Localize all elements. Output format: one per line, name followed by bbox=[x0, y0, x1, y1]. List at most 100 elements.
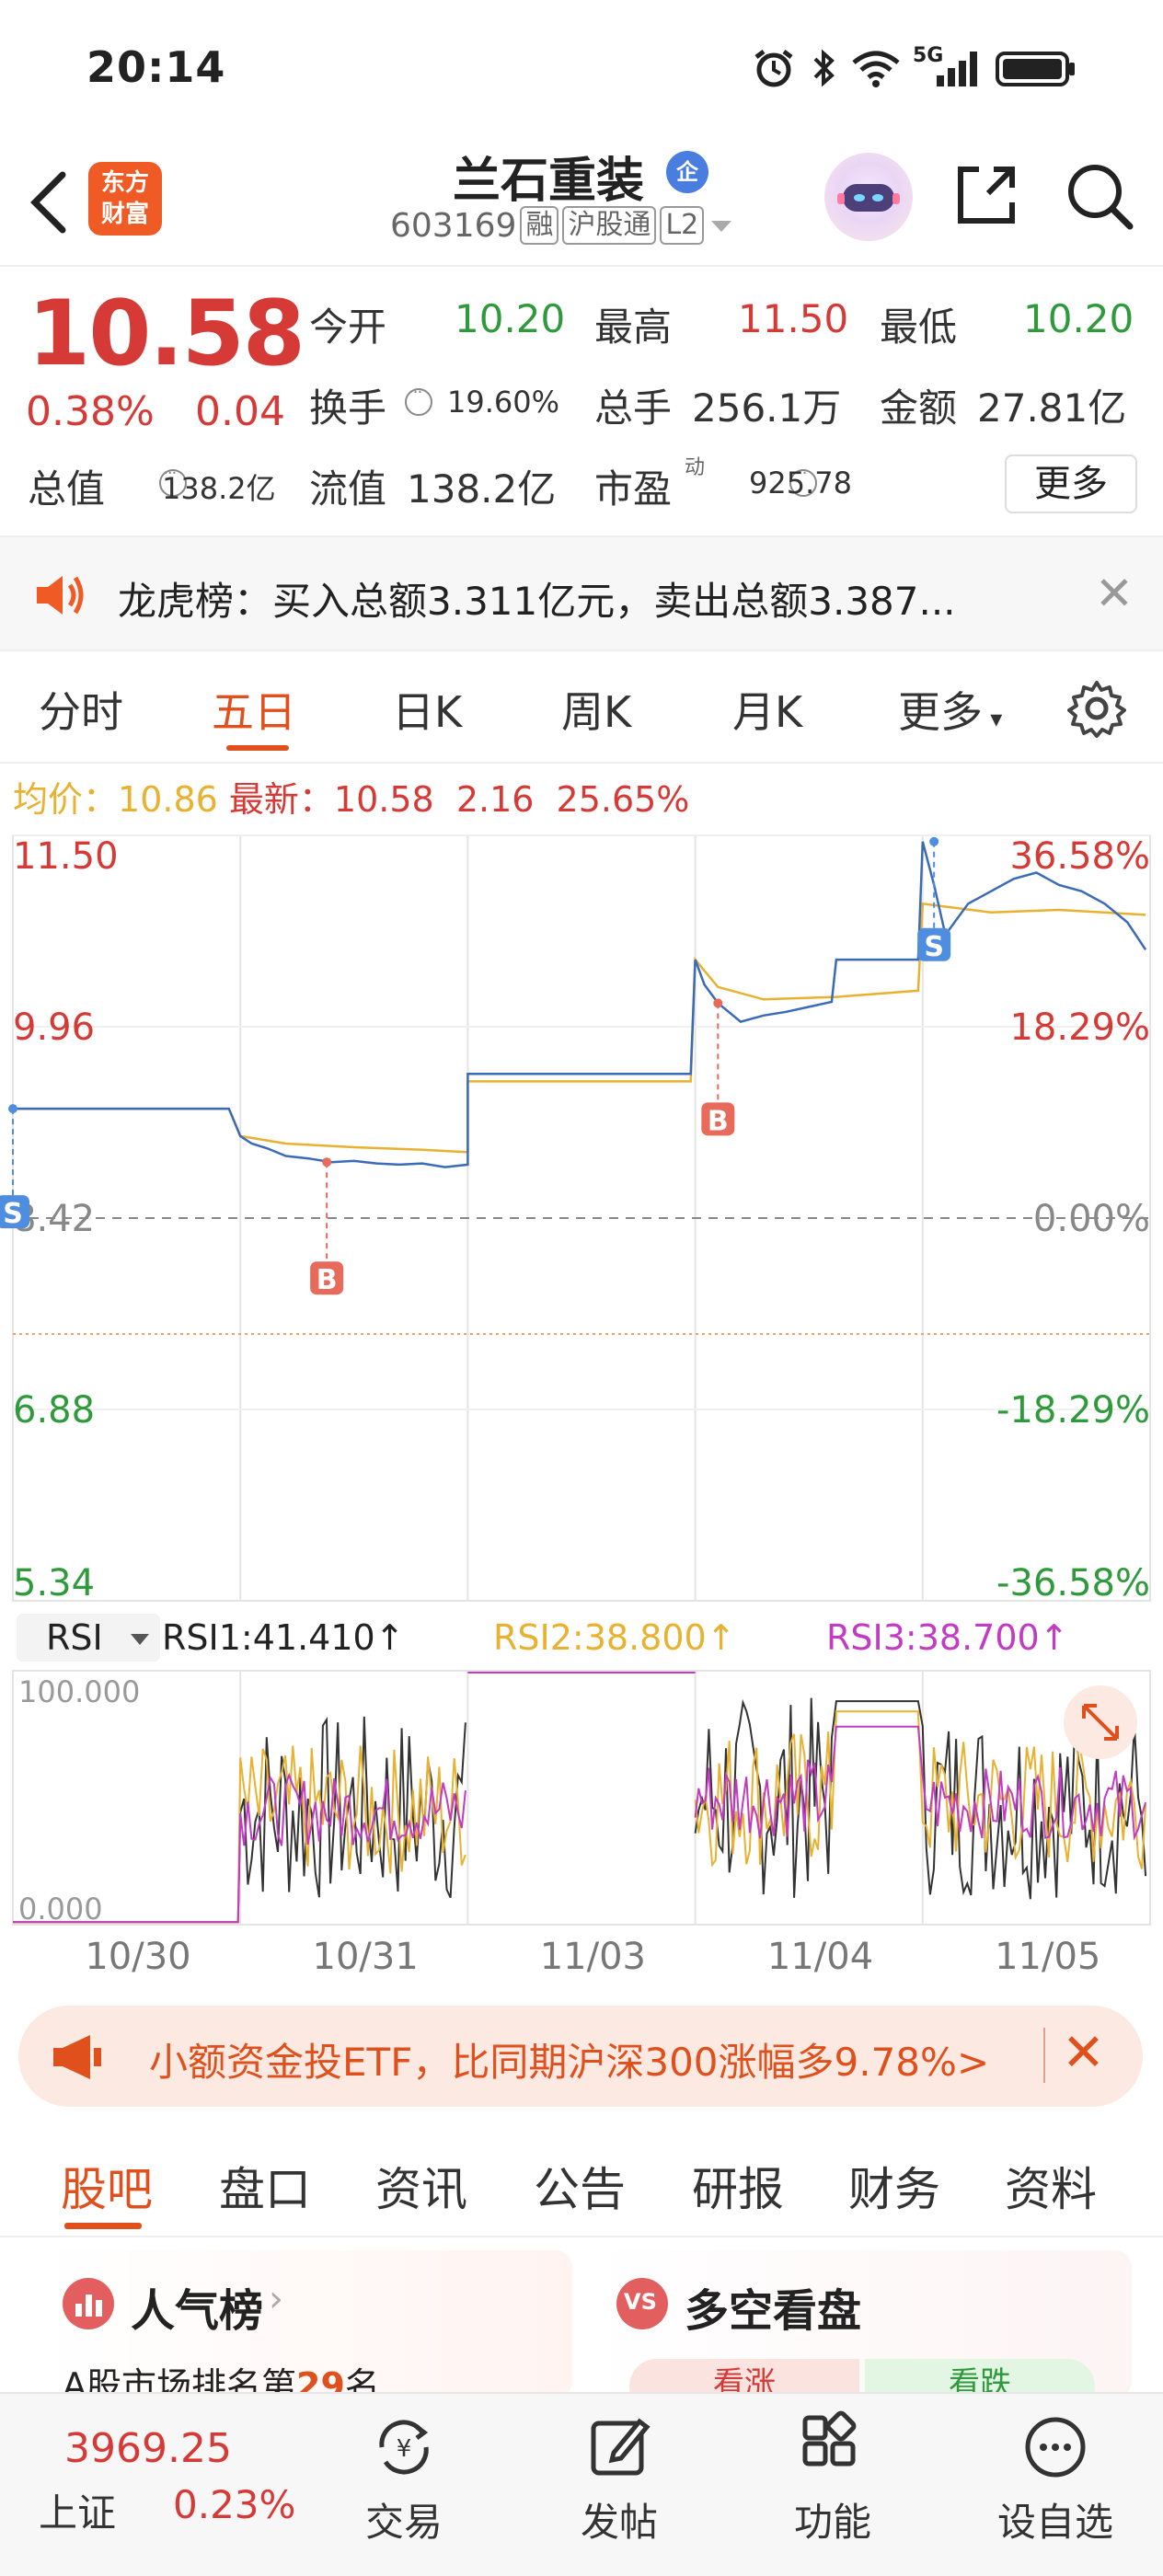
quote-panel: 10.58 0.38% 0.04 今开 10.20 最高 11.50 最低 10… bbox=[0, 269, 1163, 535]
right-axis-label: 0.00% bbox=[1033, 1198, 1150, 1240]
five-day-chart[interactable]: 11.509.968.426.885.3436.58%18.29%0.00%-1… bbox=[0, 828, 1163, 1996]
more-dots-icon bbox=[1025, 2417, 1086, 2478]
tab-order-book[interactable]: 盘口 bbox=[219, 2153, 311, 2219]
mktcap-value: 138.2亿 bbox=[162, 471, 276, 506]
tab-weekly-k[interactable]: 周K bbox=[561, 679, 631, 740]
promo-text: 小额资金投ETF，比同期沪深300涨幅多9.78%> bbox=[149, 2040, 990, 2085]
average-line bbox=[13, 902, 1146, 1154]
dropdown-triangle-icon[interactable] bbox=[708, 212, 735, 239]
marker-label: S bbox=[3, 1198, 23, 1230]
latest-change: 2.16 bbox=[455, 779, 535, 820]
x-axis-label: 11/03 bbox=[540, 1936, 646, 1978]
grid-icon bbox=[802, 2410, 857, 2467]
float-value: 138.2亿 bbox=[407, 466, 557, 512]
popularity-card[interactable]: 人气榜 › A股市场排名第29名 bbox=[39, 2250, 572, 2406]
nav-trade-label: 交易 bbox=[364, 2500, 443, 2545]
left-axis-label: 6.88 bbox=[13, 1389, 95, 1432]
turnover-label: 换手 bbox=[309, 385, 387, 431]
search-icon[interactable] bbox=[1062, 158, 1135, 232]
float-label: 流值 bbox=[309, 466, 387, 512]
tab-announcements[interactable]: 公告 bbox=[534, 2153, 626, 2219]
rsi-max-label: 100.000 bbox=[18, 1674, 140, 1709]
dragon-tiger-banner[interactable]: 龙虎榜：买入总额3.311亿元，卖出总额3.387... ✕ bbox=[0, 535, 1163, 651]
rsi1-value: RSI1:41.410↑ bbox=[162, 1617, 405, 1658]
tab-monthly-k[interactable]: 月K bbox=[732, 679, 802, 740]
active-tab-indicator bbox=[64, 2223, 142, 2229]
status-bar: 20:14 5G bbox=[0, 0, 1163, 138]
tab-more[interactable]: 更多 ▾ bbox=[898, 679, 1002, 740]
pe-dynamic-mark: 动 bbox=[685, 456, 706, 479]
vs-icon: VS bbox=[616, 2278, 668, 2329]
x-axis-label: 10/31 bbox=[313, 1936, 419, 1978]
tab-intraday[interactable]: 分时 bbox=[39, 679, 123, 740]
bottom-navigation: 3969.25 上证 0.23% ¥ 交易 发帖 功能 设自选 bbox=[0, 2392, 1163, 2576]
x-axis-label: 11/04 bbox=[767, 1936, 873, 1978]
index-pct: 0.23% bbox=[173, 2482, 296, 2527]
tab-profile[interactable]: 资料 bbox=[1005, 2153, 1097, 2219]
ai-assistant-avatar[interactable] bbox=[824, 153, 913, 241]
yen-exchange-icon: ¥ bbox=[379, 2420, 429, 2475]
etf-promo-banner[interactable]: 小额资金投ETF，比同期沪深300涨幅多9.78%> ✕ bbox=[18, 2006, 1143, 2107]
stock-name: 兰石重装 bbox=[453, 154, 645, 209]
tab-daily-k[interactable]: 日K bbox=[392, 679, 462, 740]
alarm-icon bbox=[754, 50, 793, 87]
tab-news[interactable]: 资讯 bbox=[375, 2153, 467, 2219]
nav-trade[interactable]: ¥ 交易 bbox=[335, 2410, 473, 2547]
latest-value: 10.58 bbox=[333, 779, 434, 820]
back-icon[interactable] bbox=[22, 166, 77, 239]
rsi-frame bbox=[12, 1670, 1151, 1926]
more-quote-button[interactable]: 更多 bbox=[1005, 454, 1137, 513]
index-value: 3969.25 bbox=[64, 2425, 232, 2472]
card2-title: 多空看盘 bbox=[685, 2285, 862, 2337]
nav-functions-label: 功能 bbox=[793, 2500, 871, 2545]
index-ticker[interactable]: 3969.25 上证 0.23% bbox=[0, 2394, 304, 2576]
robot-icon bbox=[837, 184, 900, 212]
content-tabs: 股吧 盘口 资讯 公告 研报 财务 资料 bbox=[0, 2123, 1163, 2237]
chart-summary: 均价：10.86 最新：10.58 2.16 25.65% bbox=[13, 771, 689, 822]
open-value: 10.20 bbox=[455, 296, 566, 341]
buy-marker: B bbox=[701, 1102, 735, 1137]
nav-functions[interactable]: 功能 bbox=[764, 2410, 902, 2547]
stock-code-line: 603169 融 沪股通 L2 bbox=[390, 206, 735, 245]
sell-marker: S bbox=[917, 927, 951, 963]
rsi2-value: RSI2:38.800↑ bbox=[493, 1617, 736, 1658]
svg-text:¥: ¥ bbox=[397, 2435, 412, 2463]
chevron-right-icon: › bbox=[269, 2278, 283, 2320]
high-label: 最高 bbox=[594, 305, 673, 350]
turnover-value: 19.60% bbox=[447, 385, 560, 420]
logo-line2: 财富 bbox=[100, 201, 149, 228]
open-label: 今开 bbox=[309, 305, 387, 350]
tab-forum[interactable]: 股吧 bbox=[61, 2153, 153, 2219]
latest-pct: 25.65% bbox=[556, 779, 690, 820]
marker-label: B bbox=[708, 1105, 729, 1137]
banner-text: 龙虎榜：买入总额3.311亿元，卖出总额3.387... bbox=[118, 579, 956, 624]
marker-label: B bbox=[317, 1264, 338, 1296]
last-price: 10.58 bbox=[28, 282, 305, 386]
avg-label: 均价： bbox=[13, 779, 119, 820]
x-axis-label: 11/05 bbox=[995, 1936, 1100, 1978]
amount-value: 27.81亿 bbox=[977, 385, 1127, 431]
left-axis-label: 11.50 bbox=[13, 835, 119, 878]
tab-research[interactable]: 研报 bbox=[692, 2153, 784, 2219]
bull-bear-card[interactable]: VS 多空看盘 看涨 看跌 bbox=[593, 2250, 1132, 2414]
nav-post[interactable]: 发帖 bbox=[550, 2410, 688, 2547]
rsi-selector: RSI bbox=[46, 1617, 103, 1658]
tab-financials[interactable]: 财务 bbox=[848, 2153, 940, 2219]
bluetooth-icon bbox=[813, 49, 835, 87]
low-label: 最低 bbox=[880, 305, 958, 350]
latest-label: 最新： bbox=[228, 779, 334, 820]
sell-marker: S bbox=[0, 1195, 29, 1230]
app-logo[interactable]: 东方 财富 bbox=[88, 162, 162, 236]
edit-icon bbox=[591, 2418, 651, 2476]
close-icon[interactable]: ✕ bbox=[1095, 570, 1134, 616]
share-icon[interactable] bbox=[951, 160, 1021, 230]
tab-five-day[interactable]: 五日 bbox=[212, 679, 296, 740]
change-amount: 0.04 bbox=[195, 388, 285, 435]
settings-gear-icon[interactable] bbox=[1067, 679, 1126, 738]
info-icon[interactable] bbox=[405, 383, 432, 416]
wifi-icon bbox=[852, 51, 900, 87]
close-icon[interactable]: ✕ bbox=[1062, 2026, 1105, 2081]
nav-add-watchlist[interactable]: 设自选 bbox=[986, 2410, 1124, 2547]
low-value: 10.20 bbox=[1023, 296, 1134, 341]
pe-label: 市盈 bbox=[594, 466, 673, 512]
